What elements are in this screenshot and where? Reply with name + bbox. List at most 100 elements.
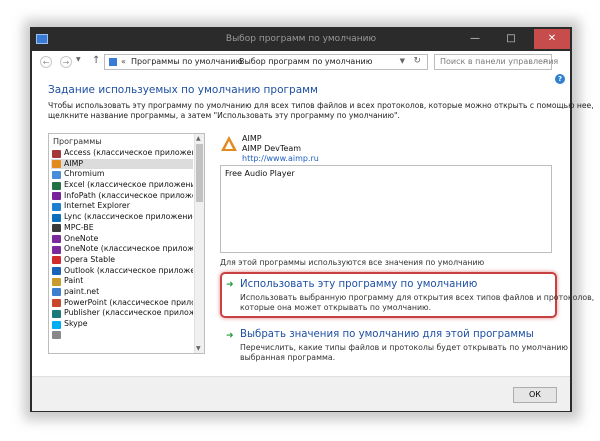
program-label: Opera Stable — [64, 254, 116, 264]
set-as-default-desc: Использовать выбранную программу для отк… — [240, 293, 594, 313]
programs-list[interactable]: Программы Access (классическое приложени… — [48, 133, 205, 354]
program-list-item[interactable]: Outlook (классическое приложение) — [51, 266, 193, 277]
set-as-default-title[interactable]: Использовать эту программу по умолчанию — [240, 279, 477, 290]
forward-button[interactable]: → — [60, 56, 72, 68]
scroll-up-icon[interactable]: ▲ — [196, 135, 201, 142]
search-box[interactable]: Поиск в панели управления ⌕ — [434, 54, 558, 70]
choose-defaults-desc-line: Перечислить, какие типы файлов и протоко… — [240, 343, 568, 352]
up-button[interactable]: ↑ — [92, 55, 100, 66]
program-icon — [52, 288, 61, 297]
recent-pages-dropdown-icon[interactable]: ▼ — [76, 56, 81, 63]
program-list-item[interactable]: Excel (классическое приложение) — [51, 180, 193, 191]
program-icon — [52, 331, 61, 340]
program-list-item[interactable] — [51, 330, 193, 341]
program-label: OneNote (классическое приложение) — [64, 244, 193, 254]
scroll-down-icon[interactable]: ▼ — [196, 345, 201, 352]
breadcrumb-default-programs[interactable]: Программы по умолчанию — [131, 57, 242, 66]
program-list-item[interactable]: Publisher (классическое приложение) — [51, 308, 193, 319]
program-label: PowerPoint (классическое приложение) — [64, 297, 193, 307]
program-label: Chromium — [64, 169, 105, 179]
program-label: paint.net — [64, 286, 100, 296]
defaults-status: Для этой программы используются все знач… — [220, 258, 485, 267]
window-title: Выбор программ по умолчанию — [225, 34, 377, 44]
app-publisher: AIMP DevTeam — [242, 144, 302, 153]
program-list-item[interactable]: Paint — [51, 276, 193, 287]
program-list-item[interactable]: OneNote (классическое приложение) — [51, 244, 193, 255]
close-button[interactable]: ✕ — [534, 29, 570, 49]
program-label: MPC-BE — [64, 222, 94, 232]
program-label: Lync (классическое приложение) — [64, 212, 193, 222]
program-icon — [52, 224, 61, 233]
maximize-button[interactable]: □ — [498, 29, 524, 49]
help-icon[interactable]: ? — [555, 74, 565, 84]
instructions-line: Чтобы использовать эту программу по умол… — [48, 101, 594, 110]
scrollbar[interactable]: ▲ ▼ — [194, 134, 204, 353]
program-label: Skype — [64, 319, 88, 328]
green-arrow-icon: ➜ — [226, 280, 234, 290]
breadcrumb-set-default-programs[interactable]: Выбор программ по умолчанию — [239, 57, 373, 66]
program-list-item[interactable]: AIMP — [51, 158, 193, 170]
program-icon — [52, 299, 61, 308]
program-icon — [52, 213, 61, 222]
program-label: Excel (классическое приложение) — [64, 180, 193, 190]
program-icon — [52, 160, 61, 169]
instructions-line: щелкните название программы, а затем "Ис… — [48, 111, 400, 120]
program-label: Internet Explorer — [64, 201, 130, 211]
button-bar: ОК — [32, 376, 570, 411]
choose-defaults-desc-line: выбранная программа. — [240, 353, 336, 362]
window: Выбор программ по умолчанию — □ ✕ ← → ▼ … — [30, 27, 594, 412]
program-list-item[interactable]: Access (классическое приложение) — [51, 148, 193, 159]
program-icon — [52, 267, 61, 276]
back-button[interactable]: ← — [40, 56, 52, 68]
program-icon — [52, 235, 61, 243]
scroll-thumb[interactable] — [196, 144, 203, 202]
program-list-item[interactable]: paint.net — [51, 287, 193, 298]
program-label: AIMP — [64, 158, 84, 168]
program-label: Access (классическое приложение) — [64, 148, 193, 157]
title-bar[interactable]: Выбор программ по умолчанию — □ ✕ — [32, 29, 570, 51]
program-icon — [52, 256, 61, 265]
program-list-item[interactable]: InfoPath (классическое приложение) — [51, 191, 193, 202]
instructions: Чтобы использовать эту программу по умол… — [48, 101, 594, 121]
program-icon — [52, 320, 61, 329]
program-list-item[interactable]: MPC-BE — [51, 223, 193, 234]
choose-defaults-desc: Перечислить, какие типы файлов и протоко… — [240, 343, 568, 363]
program-icon — [52, 309, 61, 318]
app-name: AIMP — [242, 134, 262, 143]
program-icon — [52, 170, 61, 179]
program-label: Paint — [64, 276, 84, 286]
address-bar[interactable]: « Программы по умолчанию › Выбор програм… — [104, 54, 428, 70]
program-list-item[interactable]: PowerPoint (классическое приложение) — [51, 298, 193, 309]
app-website-link[interactable]: http://www.aimp.ru — [242, 154, 319, 163]
program-list-item[interactable]: Lync (классическое приложение) — [51, 212, 193, 223]
program-icon — [52, 245, 61, 254]
program-icon — [52, 192, 61, 201]
program-label: InfoPath (классическое приложение) — [64, 190, 193, 200]
search-icon[interactable]: ⌕ — [543, 56, 548, 66]
address-dropdown-icon[interactable]: ▼ — [400, 57, 405, 65]
navigation-bar: ← → ▼ ↑ « Программы по умолчанию › Выбор… — [32, 51, 570, 73]
refresh-icon[interactable]: ↻ — [413, 56, 421, 66]
program-icon — [52, 202, 61, 211]
breadcrumb-separator[interactable]: › — [231, 57, 234, 66]
address-overflow[interactable]: « — [121, 57, 126, 66]
ok-button[interactable]: ОК — [513, 387, 557, 403]
program-list-item[interactable]: Opera Stable — [51, 255, 193, 266]
program-list-item[interactable]: Skype — [51, 319, 193, 330]
program-list-item[interactable]: OneNote — [51, 234, 193, 245]
program-list-item[interactable]: Internet Explorer — [51, 201, 193, 212]
program-icon — [52, 181, 61, 190]
aimp-icon — [221, 136, 237, 151]
page-title: Задание используемых по умолчанию програ… — [48, 84, 318, 96]
minimize-button[interactable]: — — [462, 29, 488, 49]
program-icon — [52, 277, 61, 286]
program-label: Outlook (классическое приложение) — [64, 265, 193, 275]
program-list-item[interactable]: Chromium — [51, 169, 193, 180]
programs-list-header: Программы — [53, 137, 102, 146]
program-icon — [52, 149, 61, 158]
set-as-default-desc-line: которые она может открывать по умолчанию… — [240, 303, 432, 312]
app-description-box: Free Audio Player — [220, 165, 552, 253]
program-label: Publisher (классическое приложение) — [64, 308, 193, 318]
choose-defaults-title[interactable]: Выбрать значения по умолчанию для этой п… — [240, 329, 534, 340]
app-description: Free Audio Player — [225, 169, 295, 178]
